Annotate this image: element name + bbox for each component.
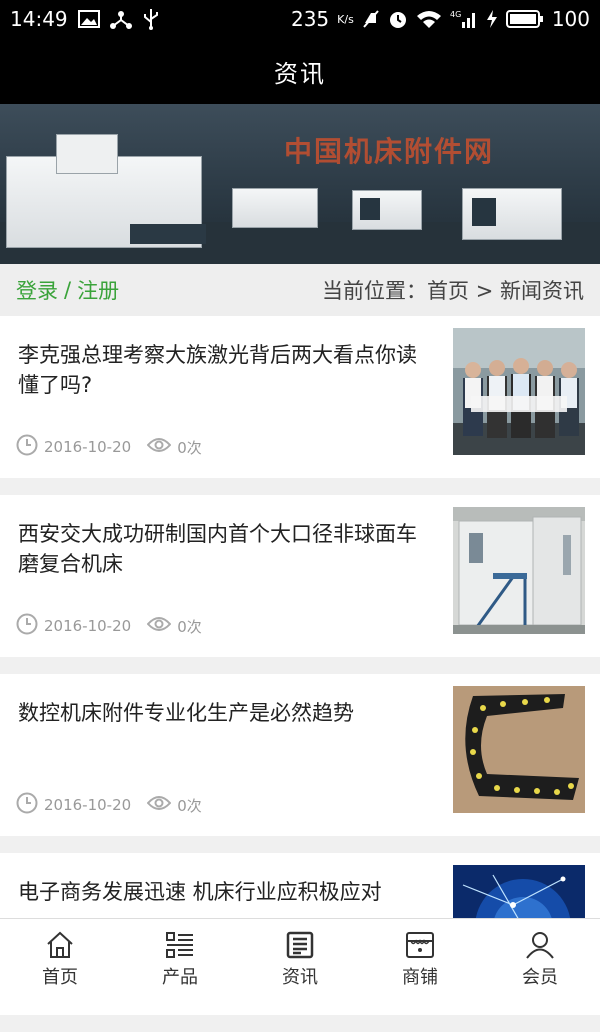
banner-machine-center-2-window (472, 198, 496, 226)
page-header: 资讯 (0, 38, 600, 104)
svg-text:4G: 4G (450, 10, 461, 19)
eye-icon (146, 437, 172, 457)
login-link[interactable]: 登录 (16, 275, 58, 305)
tab-member-label: 会员 (522, 966, 558, 988)
battery-icon (505, 9, 544, 29)
tab-shop-label: 商铺 (402, 966, 438, 988)
net-speed: 235 (290, 7, 330, 31)
news-date: 2016-10-20 (44, 438, 132, 456)
register-link[interactable]: 注册 (77, 275, 119, 305)
news-item[interactable]: 李克强总理考察大族激光背后两大看点你读懂了吗? 2016-10-20 0次 (0, 316, 600, 478)
news-views: 0次 (177, 617, 202, 636)
news-thumbnail[interactable] (453, 328, 585, 455)
eye-icon (146, 795, 172, 815)
banner-machine-gantry-column (56, 134, 118, 174)
home-icon (45, 931, 75, 959)
image-icon (77, 10, 100, 28)
news-thumbnail[interactable] (453, 686, 585, 813)
auth-separator: / (64, 278, 72, 302)
news-date: 2016-10-20 (44, 796, 132, 814)
banner-title: 中国机床附件网 (284, 135, 495, 168)
news-icon (285, 931, 315, 959)
mute-icon (362, 9, 380, 29)
signal-icon: 4G (450, 9, 478, 29)
tab-products[interactable]: 产品 (120, 919, 240, 1000)
news-title[interactable]: 电子商务发展迅速 机床行业应积极应对 (18, 877, 418, 907)
tab-home[interactable]: 首页 (0, 919, 120, 1000)
charging-icon (486, 9, 498, 29)
list-icon (165, 931, 195, 959)
news-meta: 2016-10-20 0次 (16, 613, 202, 639)
banner-machine-lathe (232, 188, 318, 228)
alarm-icon (388, 9, 408, 29)
breadcrumb: 当前位置：首页 > 新闻资讯 (322, 279, 584, 303)
tab-shop[interactable]: 商铺 (360, 919, 480, 1000)
news-title[interactable]: 李克强总理考察大族激光背后两大看点你读懂了吗? (18, 340, 418, 400)
clock-icon (16, 792, 38, 818)
tab-home-label: 首页 (42, 966, 78, 988)
news-views: 0次 (177, 796, 202, 815)
status-bar: 14:49 235 K/s 4G 100 (0, 0, 600, 38)
banner-image[interactable]: 中国机床附件网 (0, 104, 600, 264)
banner-machine-gantry-base (130, 224, 206, 244)
tab-member[interactable]: 会员 (480, 919, 600, 1000)
tab-news-label: 资讯 (282, 966, 318, 988)
user-icon (525, 931, 555, 959)
banner-machine-center-1-window (360, 198, 380, 220)
news-title[interactable]: 数控机床附件专业化生产是必然趋势 (18, 698, 418, 728)
news-thumbnail[interactable] (453, 507, 585, 634)
clock-icon (16, 434, 38, 460)
wifi-icon (416, 9, 442, 29)
news-views: 0次 (177, 438, 202, 457)
shop-icon (405, 931, 435, 959)
news-date: 2016-10-20 (44, 617, 132, 635)
news-meta: 2016-10-20 0次 (16, 792, 202, 818)
news-item[interactable]: 西安交大成功研制国内首个大口径非球面车磨复合机床 2016-10-20 0次 (0, 495, 600, 657)
battery-level: 100 (551, 7, 590, 31)
page-title: 资讯 (274, 59, 326, 88)
tab-products-label: 产品 (162, 966, 198, 988)
news-meta: 2016-10-20 0次 (16, 434, 202, 460)
status-time: 14:49 (10, 7, 68, 31)
bottom-tab-bar: 首页 产品 资讯 商铺 会员 (0, 918, 600, 1000)
usb-tether-icon (109, 9, 132, 29)
clock-icon (16, 613, 38, 639)
usb-icon (142, 8, 160, 30)
breadcrumb-bar: 登录 / 注册 当前位置：首页 > 新闻资讯 (0, 264, 600, 316)
news-item[interactable]: 数控机床附件专业化生产是必然趋势 2016-10-20 0次 (0, 674, 600, 836)
eye-icon (146, 616, 172, 636)
news-title[interactable]: 西安交大成功研制国内首个大口径非球面车磨复合机床 (18, 519, 418, 579)
net-speed-unit: K/s (337, 12, 354, 26)
tab-news[interactable]: 资讯 (240, 919, 360, 1000)
